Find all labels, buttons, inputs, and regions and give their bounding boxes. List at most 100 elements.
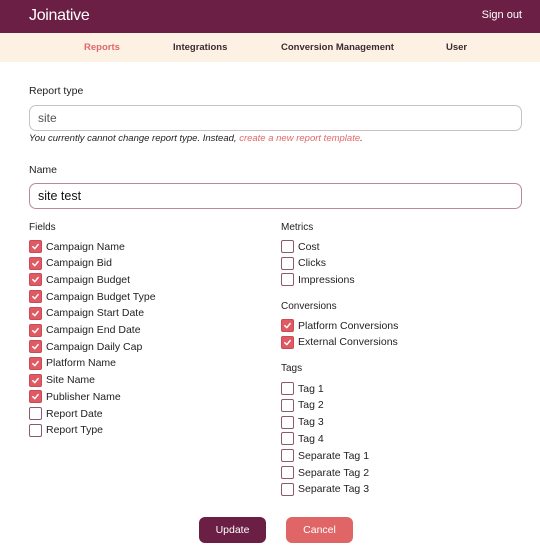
checkbox-unchecked[interactable] [281, 256, 294, 270]
checkbox-checked[interactable] [281, 335, 294, 349]
report-type-input[interactable]: site [29, 105, 522, 131]
conversions-checkbox-row[interactable]: External Conversions [281, 335, 398, 350]
name-input[interactable]: site test [29, 183, 522, 209]
tags-checkbox-row[interactable]: Separate Tag 2 [281, 465, 369, 480]
fields-checkbox-row[interactable]: Publisher Name [29, 389, 121, 404]
checkbox-unchecked[interactable] [281, 398, 294, 412]
checkbox-checked[interactable] [29, 306, 42, 320]
checkmark-icon [32, 277, 39, 283]
checkbox-label: Campaign End Date [46, 324, 141, 336]
tags-checkbox-row[interactable]: Tag 3 [281, 415, 324, 430]
update-button[interactable]: Update [199, 517, 266, 543]
checkbox-label: Campaign Start Date [46, 307, 145, 320]
fields-checkbox-row[interactable]: Campaign Budget [29, 272, 130, 287]
checkbox-label: Report Type [46, 424, 104, 437]
metrics-title: Metrics [281, 222, 314, 233]
checkbox-label: Campaign Daily Cap [46, 340, 143, 353]
checkbox-label: External Conversions [298, 336, 398, 349]
fields-checkbox-row[interactable]: Campaign Daily Cap [29, 339, 142, 354]
nav-conversion-management[interactable]: Conversion Management [281, 42, 394, 53]
tags-checkbox-row[interactable]: Tag 4 [281, 431, 324, 446]
fields-checkbox-row[interactable]: Report Date [29, 406, 103, 421]
fields-checkbox-row[interactable]: Platform Name [29, 356, 116, 371]
metrics-checkbox-row[interactable]: Clicks [281, 256, 326, 271]
checkbox-unchecked[interactable] [281, 449, 294, 463]
fields-checkbox-row[interactable]: Campaign Name [29, 239, 125, 254]
tags-checkbox-row[interactable]: Tag 1 [281, 381, 324, 396]
checkbox-unchecked[interactable] [281, 240, 294, 253]
checkbox-label: Campaign Bid [46, 257, 112, 270]
checkbox-checked[interactable] [29, 356, 42, 370]
checkmark-icon [32, 360, 39, 367]
checkmark-icon [284, 339, 291, 346]
tags-checkbox-row[interactable]: Tag 2 [281, 398, 324, 413]
checkbox-unchecked[interactable] [281, 415, 294, 429]
fields-checkbox-row[interactable]: Report Type [29, 423, 103, 438]
checkbox-label: Campaign Budget [46, 273, 131, 286]
checkmark-icon [284, 322, 291, 329]
fields-checkbox-row[interactable]: Campaign Budget Type [29, 289, 156, 304]
fields-checkbox-row[interactable]: Site Name [29, 373, 95, 388]
nav-user[interactable]: User [446, 42, 467, 53]
checkbox-checked[interactable] [281, 319, 294, 332]
checkbox-checked[interactable] [29, 256, 42, 270]
checkmark-icon [32, 243, 39, 250]
checkbox-unchecked[interactable] [29, 423, 42, 437]
checkbox-unchecked[interactable] [29, 407, 42, 420]
checkbox-label: Site Name [46, 374, 96, 387]
checkbox-label: Publisher Name [46, 390, 121, 403]
top-bar: Joinative Sign out [0, 0, 540, 33]
hint-text: You currently cannot change report type.… [29, 133, 240, 144]
nav-integrations[interactable]: Integrations [173, 42, 227, 53]
create-template-link[interactable]: create a new report template [239, 133, 360, 144]
checkbox-unchecked[interactable] [281, 273, 294, 287]
checkbox-checked[interactable] [29, 240, 42, 253]
checkbox-checked[interactable] [29, 390, 42, 404]
report-type-hint: You currently cannot change report type.… [29, 133, 363, 144]
checkmark-icon [32, 377, 39, 383]
checkmark-icon [32, 343, 39, 350]
checkbox-unchecked[interactable] [281, 382, 294, 395]
fields-title: Fields [29, 222, 56, 233]
conversions-checkbox-row[interactable]: Platform Conversions [281, 318, 398, 333]
checkbox-checked[interactable] [29, 273, 42, 287]
tags-checkbox-row[interactable]: Separate Tag 1 [281, 448, 369, 463]
checkbox-label: Clicks [298, 257, 326, 270]
metrics-checkbox-row[interactable]: Impressions [281, 272, 355, 287]
checkbox-label: Tag 1 [298, 382, 324, 395]
checkbox-label: Campaign Budget Type [46, 290, 156, 303]
checkmark-icon [32, 293, 39, 300]
report-type-label: Report type [29, 85, 84, 97]
brand-logo[interactable]: Joinative [29, 7, 90, 25]
checkbox-checked[interactable] [29, 340, 42, 354]
fields-checkbox-row[interactable]: Campaign End Date [29, 323, 141, 338]
checkbox-checked[interactable] [29, 323, 42, 337]
checkbox-checked[interactable] [29, 290, 42, 304]
checkbox-label: Tag 2 [298, 399, 324, 412]
checkbox-unchecked[interactable] [281, 482, 294, 496]
checkmark-icon [32, 260, 39, 267]
nav-reports[interactable]: Reports [84, 42, 120, 53]
cancel-button[interactable]: Cancel [286, 517, 353, 543]
tags-title: Tags [281, 363, 303, 374]
main-nav: Reports Integrations Conversion Manageme… [0, 33, 540, 62]
checkbox-label: Separate Tag 1 [298, 449, 370, 462]
checkbox-unchecked[interactable] [281, 466, 294, 479]
checkbox-checked[interactable] [29, 373, 42, 387]
checkbox-label: Tag 3 [298, 416, 324, 429]
metrics-checkbox-row[interactable]: Cost [281, 239, 320, 254]
checkbox-label: Separate Tag 3 [298, 483, 370, 496]
conversions-title: Conversions [281, 301, 337, 312]
checkbox-label: Campaign Name [46, 240, 125, 253]
checkbox-label: Cost [298, 240, 320, 253]
checkmark-icon [32, 327, 39, 333]
fields-checkbox-row[interactable]: Campaign Start Date [29, 306, 144, 321]
sign-out-link[interactable]: Sign out [482, 9, 522, 21]
hint-end: . [360, 133, 363, 144]
checkbox-label: Platform Name [46, 357, 117, 370]
tags-checkbox-row[interactable]: Separate Tag 3 [281, 482, 369, 497]
checkbox-unchecked[interactable] [281, 432, 294, 446]
fields-checkbox-row[interactable]: Campaign Bid [29, 256, 112, 271]
checkbox-label: Report Date [46, 407, 103, 420]
name-label: Name [29, 164, 58, 176]
